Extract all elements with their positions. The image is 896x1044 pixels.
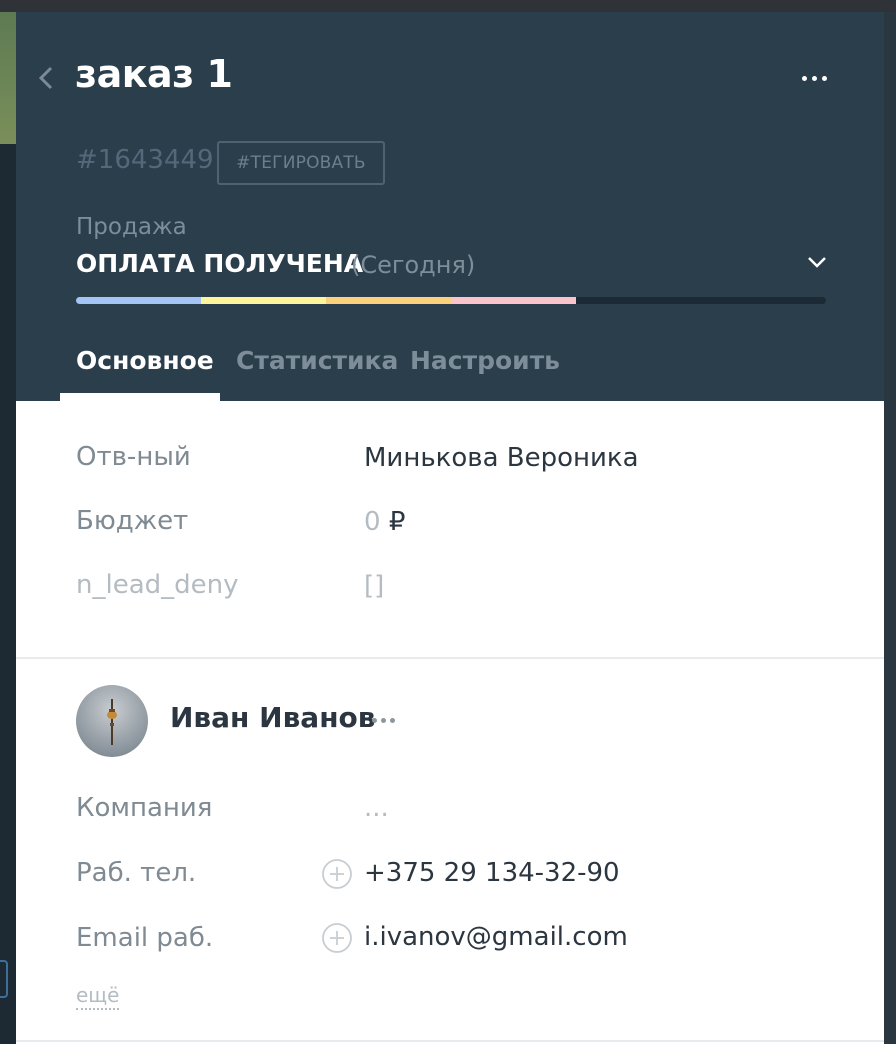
budget-currency: ₽ xyxy=(388,507,406,537)
add-phone-button[interactable] xyxy=(321,858,353,890)
tag-button[interactable]: #ТЕГИРОВАТЬ xyxy=(217,141,385,185)
show-more-link[interactable]: ещё xyxy=(76,983,120,1010)
chevron-down-icon xyxy=(808,257,826,268)
section-divider-bottom xyxy=(16,1040,884,1042)
budget-value[interactable]: 0 ₽ xyxy=(364,507,405,537)
progress-segment xyxy=(451,297,576,304)
more-horizontal-icon xyxy=(372,718,377,723)
side-tab-handle[interactable] xyxy=(0,960,8,998)
tab-settings[interactable]: Настроить xyxy=(410,346,560,375)
budget-amount: 0 xyxy=(364,507,381,537)
more-horizontal-icon xyxy=(802,76,807,81)
tab-statistics[interactable]: Статистика xyxy=(236,346,398,375)
avatar[interactable] xyxy=(76,685,148,757)
card-menu-button[interactable] xyxy=(800,68,830,88)
company-value[interactable]: ... xyxy=(364,793,389,823)
progress-segment xyxy=(326,297,451,304)
work-phone-value[interactable]: +375 29 134-32-90 xyxy=(364,858,620,888)
tab-main[interactable]: Основное xyxy=(76,346,214,375)
back-button[interactable] xyxy=(36,64,56,92)
order-id: #1643449 xyxy=(76,145,214,175)
plus-circle-icon xyxy=(322,859,352,889)
stage-dropdown-button[interactable] xyxy=(806,252,828,272)
window-top-bar xyxy=(0,0,896,12)
responsible-label: Отв-ный xyxy=(76,442,191,472)
lead-card: заказ 1 #1643449 #ТЕГИРОВАТЬ Продажа ОПЛ… xyxy=(16,12,884,1044)
plus-circle-icon xyxy=(322,923,352,953)
contact-name[interactable]: Иван Иванов xyxy=(170,701,376,734)
work-email-label: Email раб. xyxy=(76,923,214,953)
work-phone-label: Раб. тел. xyxy=(76,858,197,888)
chevron-left-icon xyxy=(38,66,53,90)
responsible-value[interactable]: Минькова Вероника xyxy=(364,443,639,473)
active-tab-indicator xyxy=(60,393,220,401)
work-email-value[interactable]: i.ivanov@gmail.com xyxy=(364,922,628,952)
card-header: заказ 1 #1643449 #ТЕГИРОВАТЬ Продажа ОПЛ… xyxy=(16,12,884,401)
custom-field-value[interactable]: [] xyxy=(364,571,384,601)
section-divider xyxy=(16,657,884,659)
background-image-strip xyxy=(0,12,16,144)
stage-name[interactable]: ОПЛАТА ПОЛУЧЕНА xyxy=(76,249,363,278)
stage-date: (Сегодня) xyxy=(351,251,476,279)
add-email-button[interactable] xyxy=(321,922,353,954)
background-panel xyxy=(0,12,16,1044)
scrollbar-track[interactable] xyxy=(884,12,896,1044)
contact-menu-button[interactable] xyxy=(370,713,400,727)
page-title[interactable]: заказ 1 xyxy=(75,52,233,96)
budget-label: Бюджет xyxy=(76,506,189,536)
progress-segment xyxy=(201,297,326,304)
company-label: Компания xyxy=(76,793,213,823)
progress-segment xyxy=(76,297,201,304)
tower-icon xyxy=(107,699,117,745)
custom-field-label: n_lead_deny xyxy=(76,570,239,600)
stage-progress-bar[interactable] xyxy=(76,297,826,304)
pipeline-name: Продажа xyxy=(76,214,187,240)
